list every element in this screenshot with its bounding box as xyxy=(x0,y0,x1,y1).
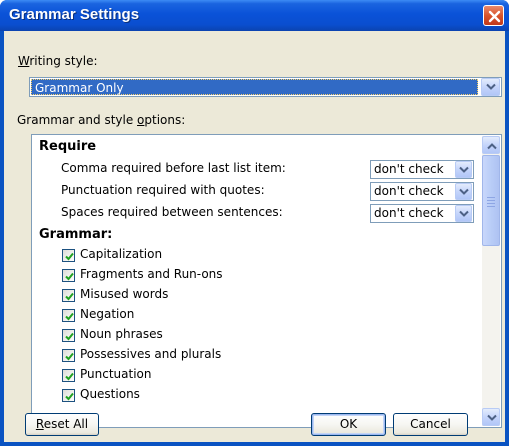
grammar-settings-dialog: Grammar Settings Writing style: Grammar … xyxy=(0,0,509,446)
checkbox[interactable] xyxy=(62,389,75,402)
ok-button[interactable]: OK xyxy=(311,413,386,436)
chevron-down-icon xyxy=(459,210,469,217)
checkbox[interactable] xyxy=(62,369,75,382)
chevron-down-icon xyxy=(459,166,469,173)
checkbox-label: Fragments and Run-ons xyxy=(80,267,223,281)
chevron-down-icon xyxy=(459,188,469,195)
options-label: Grammar and style options: xyxy=(17,113,186,127)
chevron-down-icon xyxy=(486,83,496,90)
checkmark-icon xyxy=(65,312,74,321)
scroll-down-button[interactable] xyxy=(482,408,500,426)
checkbox-label: Misused words xyxy=(80,287,169,301)
checkbox[interactable] xyxy=(62,269,75,282)
checkbox[interactable] xyxy=(62,329,75,342)
writing-style-dropdown[interactable]: Grammar Only xyxy=(29,77,502,97)
checkbox-label: Noun phrases xyxy=(80,327,163,341)
require-item-spaces: Spaces required between sentences: don't… xyxy=(32,204,482,223)
checkbox-label: Negation xyxy=(80,307,135,321)
spaces-rule-value: don't check xyxy=(374,206,444,220)
require-item-quotes: Punctuation required with quotes: don't … xyxy=(32,182,482,201)
quotes-rule-dropdown[interactable]: don't check xyxy=(370,182,474,201)
close-icon xyxy=(488,10,501,23)
checkbox[interactable] xyxy=(62,349,75,362)
dialog-title: Grammar Settings xyxy=(9,6,140,23)
scroll-up-button[interactable] xyxy=(482,136,500,154)
require-item-label: Punctuation required with quotes: xyxy=(61,183,265,197)
spaces-rule-dropdown-button[interactable] xyxy=(455,205,472,222)
dialog-body: Writing style: Grammar Only Grammar and … xyxy=(4,31,505,442)
checkmark-icon xyxy=(65,352,74,361)
checkmark-icon xyxy=(65,332,74,341)
checkbox-label: Punctuation xyxy=(80,367,152,381)
checkbox[interactable] xyxy=(62,249,75,262)
reset-all-button[interactable]: Reset All xyxy=(25,413,99,436)
checkmark-icon xyxy=(65,252,74,261)
checkmark-icon xyxy=(65,272,74,281)
writing-style-selected: Grammar Only xyxy=(31,79,478,95)
quotes-rule-dropdown-button[interactable] xyxy=(455,183,472,200)
checkbox[interactable] xyxy=(62,289,75,302)
comma-rule-dropdown[interactable]: don't check xyxy=(370,160,474,179)
scroll-thumb[interactable] xyxy=(482,155,500,246)
checkmark-icon xyxy=(65,292,74,301)
writing-style-dropdown-button[interactable] xyxy=(481,78,500,96)
grammar-options-list[interactable]: Require Comma required before last list … xyxy=(31,134,502,428)
writing-style-label: Writing style: xyxy=(18,54,98,68)
spaces-rule-dropdown[interactable]: don't check xyxy=(370,204,474,223)
checkbox-label: Capitalization xyxy=(80,247,163,261)
chevron-down-icon xyxy=(487,414,497,421)
require-heading: Require xyxy=(39,139,97,154)
cancel-button[interactable]: Cancel xyxy=(393,413,468,436)
require-item-label: Spaces required between sentences: xyxy=(61,205,283,219)
title-bar[interactable]: Grammar Settings xyxy=(0,0,509,31)
checkbox-label: Possessives and plurals xyxy=(80,347,222,361)
require-item-label: Comma required before last list item: xyxy=(61,161,286,175)
quotes-rule-value: don't check xyxy=(374,184,444,198)
checkbox-label: Questions xyxy=(80,387,140,401)
writing-style-value: Grammar Only xyxy=(35,81,124,95)
chevron-up-icon xyxy=(487,143,497,150)
require-item-comma: Comma required before last list item: do… xyxy=(32,160,482,179)
checkbox[interactable] xyxy=(62,309,75,322)
close-button[interactable] xyxy=(483,5,504,26)
grammar-heading: Grammar: xyxy=(39,227,113,242)
comma-rule-value: don't check xyxy=(374,162,444,176)
checkmark-icon xyxy=(65,372,74,381)
vertical-scrollbar[interactable] xyxy=(482,136,500,426)
comma-rule-dropdown-button[interactable] xyxy=(455,161,472,178)
checkmark-icon xyxy=(65,392,74,401)
